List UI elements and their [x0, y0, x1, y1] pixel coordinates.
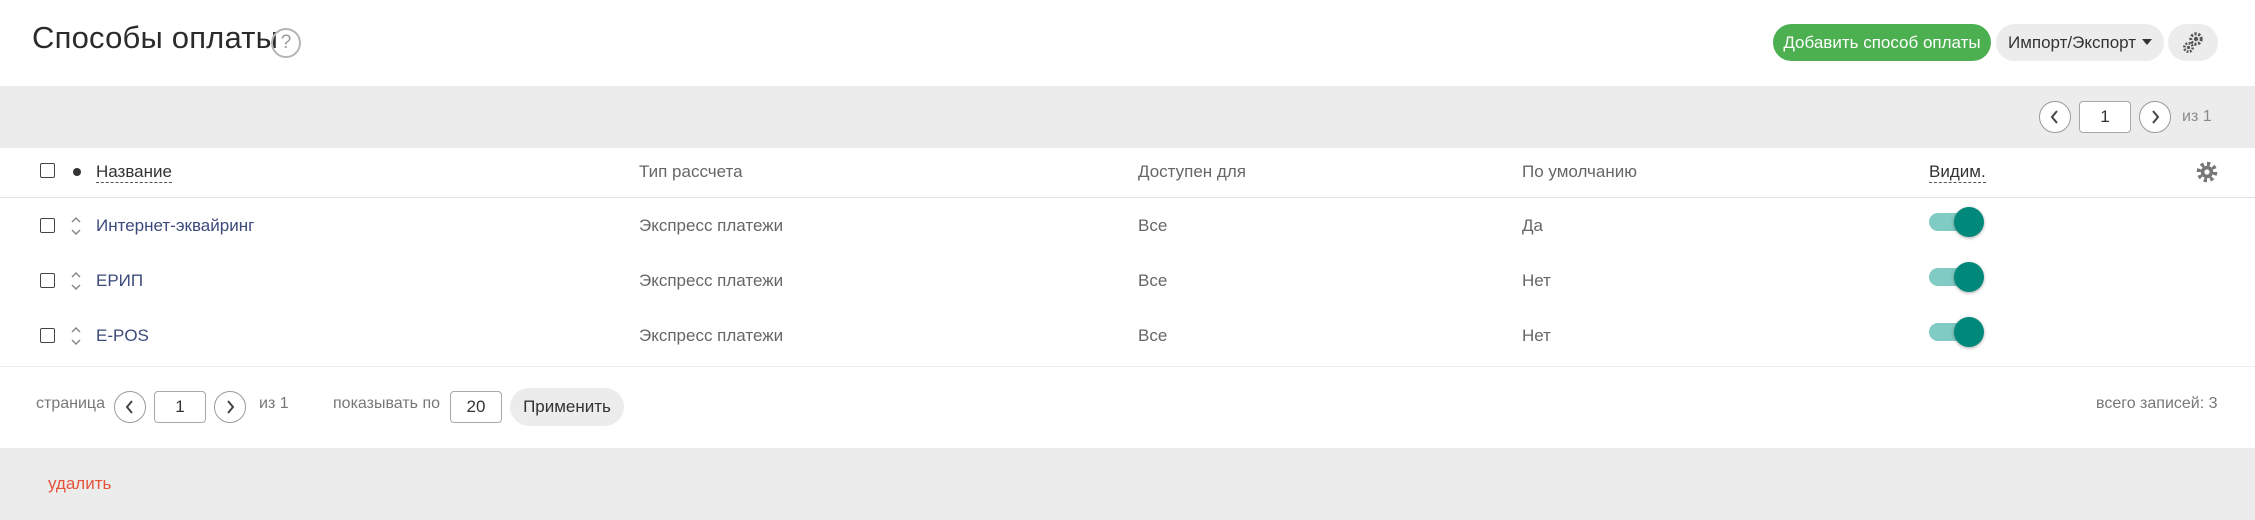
table-row: ЕРИП Экспресс платежи Все Нет	[0, 254, 2255, 309]
apply-button[interactable]: Применить	[510, 388, 624, 426]
row-type: Экспресс платежи	[639, 271, 784, 290]
apply-label: Применить	[523, 397, 611, 416]
add-payment-method-button[interactable]: Добавить способ оплаты	[1773, 24, 1991, 61]
per-page-input[interactable]: 20	[450, 391, 502, 423]
bullet-icon	[73, 168, 81, 176]
row-type: Экспресс платежи	[639, 326, 784, 345]
sort-icon[interactable]	[70, 325, 82, 347]
row-available: Все	[1138, 216, 1168, 235]
chevron-right-icon	[2152, 110, 2160, 124]
cogs-button[interactable]	[2168, 24, 2218, 61]
toggle-knob	[1954, 262, 1984, 292]
add-payment-method-label: Добавить способ оплаты	[1783, 33, 1981, 52]
row-default: Да	[1522, 216, 1543, 235]
table-header: Название Тип рассчета Доступен для По ум…	[0, 148, 2255, 198]
row-available: Все	[1138, 326, 1168, 345]
next-page-button[interactable]	[2139, 101, 2171, 133]
help-icon[interactable]: ?	[271, 28, 301, 58]
row-checkbox[interactable]	[40, 273, 55, 288]
prev-page-button[interactable]	[114, 391, 146, 423]
cogs-icon	[2183, 32, 2203, 53]
import-export-label: Импорт/Экспорт	[2007, 33, 2137, 52]
table-row: Интернет-эквайринг Экспресс платежи Все …	[0, 199, 2255, 254]
column-default-header: По умолчанию	[1522, 162, 1637, 181]
delete-link[interactable]: удалить	[48, 474, 111, 494]
chevron-right-icon	[227, 400, 235, 414]
page-count-label: из 1	[259, 395, 289, 412]
footer-actions: удалить	[0, 448, 2255, 520]
column-visible-header[interactable]: Видим.	[1929, 162, 1986, 183]
bottom-pager: страница 1 из 1 показывать по 20 Примени…	[0, 366, 2255, 448]
table-row: E-POS Экспресс платежи Все Нет	[0, 309, 2255, 364]
toggle-knob	[1954, 317, 1984, 347]
sort-icon[interactable]	[70, 215, 82, 237]
row-type: Экспресс платежи	[639, 216, 784, 235]
page-title: Способы оплаты	[32, 20, 279, 55]
per-page-label: показывать по	[333, 395, 441, 412]
row-checkbox[interactable]	[40, 328, 55, 343]
row-default: Нет	[1522, 271, 1551, 290]
column-name-header[interactable]: Название	[96, 162, 172, 183]
row-name-link[interactable]: E-POS	[96, 326, 149, 346]
row-name-link[interactable]: ЕРИП	[96, 271, 143, 291]
chevron-left-icon	[2050, 110, 2058, 124]
column-available-header: Доступен для	[1138, 162, 1246, 181]
gear-icon[interactable]	[2194, 159, 2220, 185]
select-all-checkbox[interactable]	[40, 163, 55, 178]
caret-down-icon	[2142, 38, 2153, 45]
page-label: страница	[36, 395, 105, 412]
prev-page-button[interactable]	[2039, 101, 2071, 133]
page-header: Способы оплаты ? Добавить способ оплаты …	[0, 0, 2255, 86]
total-records-label: всего записей: 3	[2096, 395, 2218, 412]
page-number-input[interactable]: 1	[2079, 101, 2131, 133]
import-export-button[interactable]: Импорт/Экспорт	[1996, 24, 2164, 61]
page-count-label: из 1	[2182, 108, 2212, 125]
row-name-link[interactable]: Интернет-эквайринг	[96, 216, 254, 236]
sort-icon[interactable]	[70, 270, 82, 292]
toggle-knob	[1954, 207, 1984, 237]
top-pager: 1 из 1	[0, 86, 2255, 148]
row-checkbox[interactable]	[40, 218, 55, 233]
row-available: Все	[1138, 271, 1168, 290]
row-default: Нет	[1522, 326, 1551, 345]
chevron-left-icon	[125, 400, 133, 414]
column-type-header: Тип рассчета	[639, 162, 743, 181]
page-number-input[interactable]: 1	[154, 391, 206, 423]
next-page-button[interactable]	[214, 391, 246, 423]
